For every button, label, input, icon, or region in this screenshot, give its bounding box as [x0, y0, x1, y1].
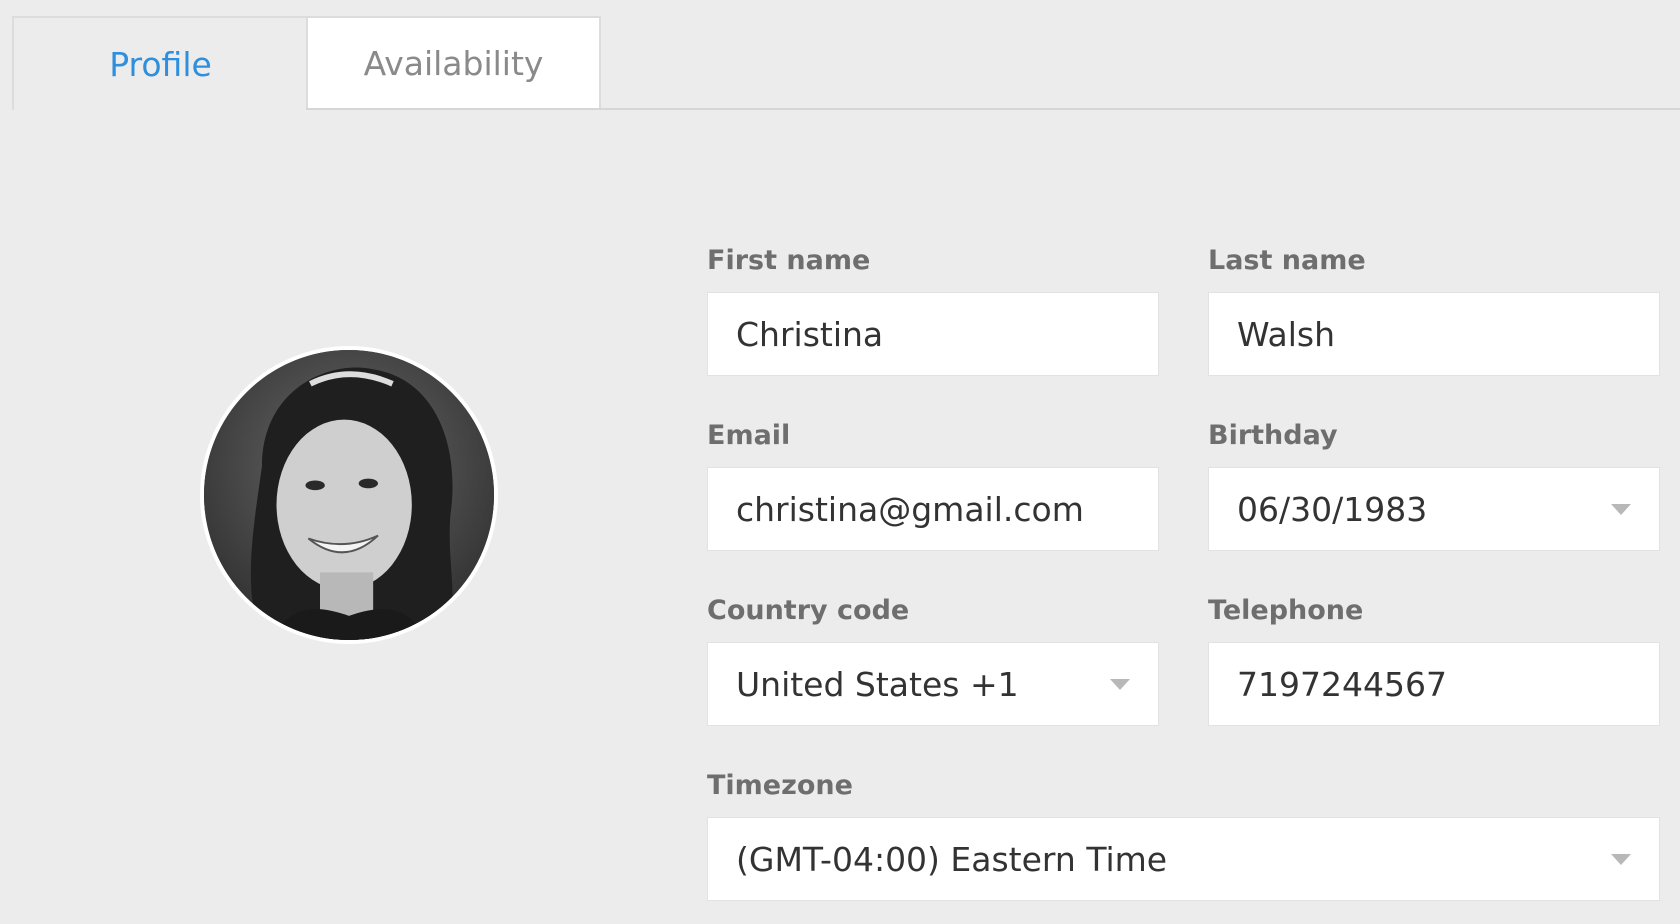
tab-divider	[306, 108, 1680, 110]
chevron-down-icon	[1110, 679, 1130, 690]
chevron-down-icon	[1611, 854, 1631, 865]
birthday-value: 06/30/1983	[1237, 489, 1428, 529]
birthday-select[interactable]: 06/30/1983	[1208, 467, 1660, 551]
timezone-value: (GMT-04:00) Eastern Time	[736, 839, 1168, 879]
email-value: christina@gmail.com	[736, 489, 1084, 529]
avatar[interactable]	[200, 346, 498, 644]
email-field[interactable]: christina@gmail.com	[707, 467, 1159, 551]
tab-availability-label: Availability	[363, 43, 544, 83]
telephone-label: Telephone	[1208, 595, 1364, 626]
first-name-label: First name	[707, 245, 871, 276]
country-code-label: Country code	[707, 595, 910, 626]
email-label: Email	[707, 420, 791, 451]
first-name-value: Christina	[736, 314, 884, 354]
profile-page: Profile Availability First name Christin…	[0, 0, 1680, 924]
last-name-label: Last name	[1208, 245, 1366, 276]
tab-profile[interactable]: Profile	[12, 16, 307, 110]
timezone-label: Timezone	[707, 770, 853, 801]
birthday-label: Birthday	[1208, 420, 1338, 451]
country-code-select[interactable]: United States +1	[707, 642, 1159, 726]
tab-availability[interactable]: Availability	[306, 16, 601, 110]
first-name-field[interactable]: Christina	[707, 292, 1159, 376]
tab-profile-label: Profile	[109, 44, 212, 84]
country-code-value: United States +1	[736, 664, 1019, 704]
last-name-field[interactable]: Walsh	[1208, 292, 1660, 376]
profile-photo-icon	[204, 350, 494, 640]
telephone-field[interactable]: 7197244567	[1208, 642, 1660, 726]
timezone-select[interactable]: (GMT-04:00) Eastern Time	[707, 817, 1660, 901]
telephone-value: 7197244567	[1237, 664, 1447, 704]
chevron-down-icon	[1611, 504, 1631, 515]
last-name-value: Walsh	[1237, 314, 1336, 354]
tab-bar: Profile Availability	[0, 0, 1680, 110]
